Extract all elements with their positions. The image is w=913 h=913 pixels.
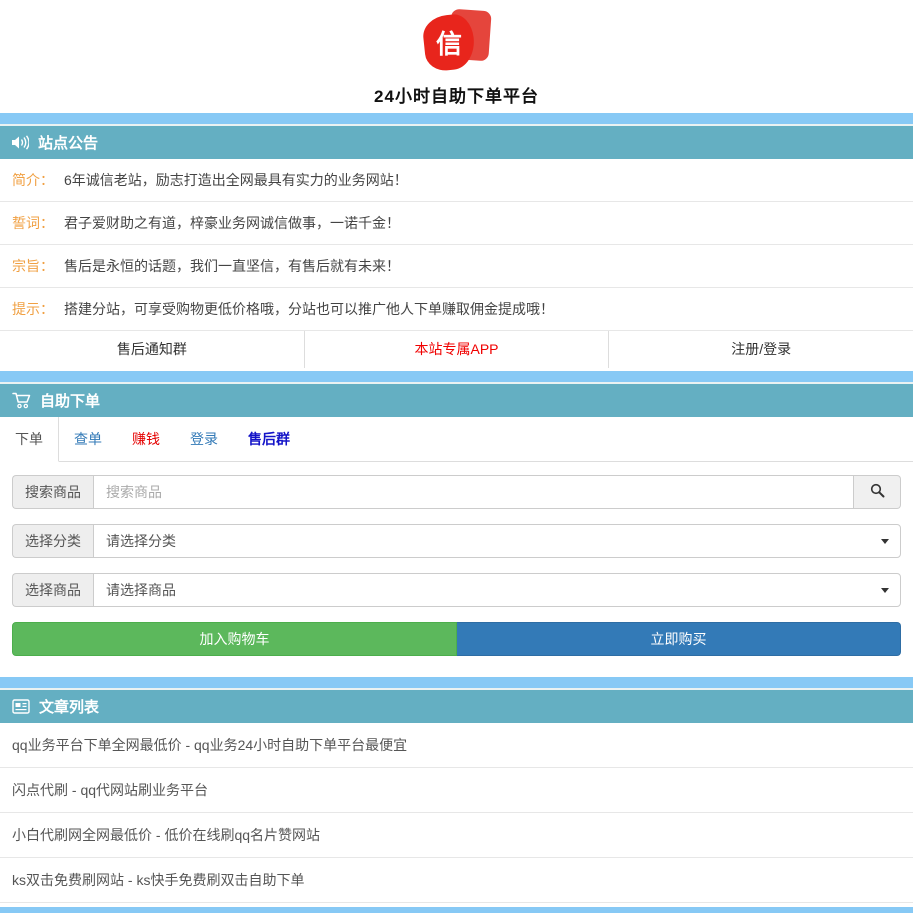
newspaper-icon <box>12 699 30 714</box>
article-link[interactable]: 小白代刷网全网最低价 - 低价在线刷qq名片赞网站 <box>0 813 913 858</box>
search-icon <box>870 483 885 501</box>
action-buttons: 加入购物车 立即购买 <box>12 622 901 656</box>
search-label: 搜索商品 <box>12 475 93 509</box>
notice-text: 6年诚信老站，励志打造出全网最具有实力的业务网站！ <box>64 170 408 190</box>
articles-panel: 文章列表 qq业务平台下单全网最低价 - qq业务24小时自助下单平台最便宜 闪… <box>0 690 913 907</box>
order-tabs: 下单 查单 赚钱 登录 售后群 <box>0 417 913 462</box>
bottom-separator-strip <box>0 907 913 913</box>
register-login-link[interactable]: 注册/登录 <box>609 331 913 368</box>
notice-text: 君子爱财助之有道，梓豪业务网诚信做事，一诺千金！ <box>64 213 400 233</box>
category-label: 选择分类 <box>12 524 93 558</box>
add-to-cart-button[interactable]: 加入购物车 <box>12 622 457 656</box>
aftersale-group-link[interactable]: 售后通知群 <box>0 331 305 368</box>
separator-strip <box>0 113 913 126</box>
logo-character: 信 <box>435 24 461 61</box>
notice-row: 誓词： 君子爱财助之有道，梓豪业务网诚信做事，一诺千金！ <box>0 202 913 245</box>
tab-aftersale-group[interactable]: 售后群 <box>233 417 305 461</box>
page: 信 24小时自助下单平台 站点公告 简介： 6年诚信老站，励志打造出全网最具有实… <box>0 0 913 913</box>
tab-earn-money[interactable]: 赚钱 <box>117 417 175 461</box>
product-row: 选择商品 请选择商品 <box>12 573 901 607</box>
tab-check-order[interactable]: 查单 <box>59 417 117 461</box>
article-link[interactable]: qq业务平台下单全网最低价 - qq业务24小时自助下单平台最便宜 <box>0 723 913 768</box>
site-title: 24小时自助下单平台 <box>0 82 913 107</box>
order-panel-title: 自助下单 <box>40 390 100 411</box>
product-selected-value: 请选择商品 <box>106 580 176 600</box>
caret-down-icon <box>881 539 889 544</box>
category-row: 选择分类 请选择分类 <box>12 524 901 558</box>
search-input[interactable] <box>93 475 854 509</box>
quick-links-row: 售后通知群 本站专属APP 注册/登录 <box>0 331 913 368</box>
articles-panel-header: 文章列表 <box>0 690 913 723</box>
separator-strip <box>0 677 913 690</box>
volume-icon <box>12 135 29 150</box>
announcement-panel: 站点公告 简介： 6年诚信老站，励志打造出全网最具有实力的业务网站！ 誓词： 君… <box>0 126 913 371</box>
notice-row: 宗旨： 售后是永恒的话题，我们一直坚信，有售后就有未来！ <box>0 245 913 288</box>
order-panel-header: 自助下单 <box>0 384 913 417</box>
notice-label: 宗旨： <box>12 256 54 276</box>
tab-place-order[interactable]: 下单 <box>0 417 59 462</box>
category-selected-value: 请选择分类 <box>106 531 176 551</box>
announcement-panel-title: 站点公告 <box>38 132 98 153</box>
article-link[interactable]: 闪点代刷 - qq代网站刷业务平台 <box>0 768 913 813</box>
cart-icon <box>12 392 31 409</box>
buy-now-button[interactable]: 立即购买 <box>457 622 901 656</box>
product-label: 选择商品 <box>12 573 93 607</box>
notice-row: 提示： 搭建分站，可享受购物更低价格哦，分站也可以推广他人下单赚取佣金提成哦！ <box>0 288 913 331</box>
category-select[interactable]: 请选择分类 <box>93 524 901 558</box>
notice-label: 誓词： <box>12 213 54 233</box>
notice-label: 提示： <box>12 299 54 319</box>
order-panel: 自助下单 下单 查单 赚钱 登录 售后群 搜索商品 <box>0 384 913 677</box>
notice-text: 搭建分站，可享受购物更低价格哦，分站也可以推广他人下单赚取佣金提成哦！ <box>64 299 554 319</box>
caret-down-icon <box>881 588 889 593</box>
search-row: 搜索商品 <box>12 475 901 509</box>
notice-text: 售后是永恒的话题，我们一直坚信，有售后就有未来！ <box>64 256 400 276</box>
search-button[interactable] <box>854 475 901 509</box>
notice-label: 简介： <box>12 170 54 190</box>
site-app-link[interactable]: 本站专属APP <box>305 331 610 368</box>
product-select[interactable]: 请选择商品 <box>93 573 901 607</box>
articles-panel-title: 文章列表 <box>39 696 99 717</box>
announcement-panel-header: 站点公告 <box>0 126 913 159</box>
site-header: 信 24小时自助下单平台 <box>0 0 913 113</box>
site-logo: 信 <box>422 10 492 74</box>
tab-login[interactable]: 登录 <box>175 417 233 461</box>
article-link[interactable]: ks双击免费刷网站 - ks快手免费刷双击自助下单 <box>0 858 913 903</box>
separator-strip <box>0 371 913 384</box>
notice-row: 简介： 6年诚信老站，励志打造出全网最具有实力的业务网站！ <box>0 159 913 202</box>
order-form: 搜索商品 选择分类 请选择分类 <box>0 462 913 677</box>
logo-seal-icon: 信 <box>421 13 476 73</box>
